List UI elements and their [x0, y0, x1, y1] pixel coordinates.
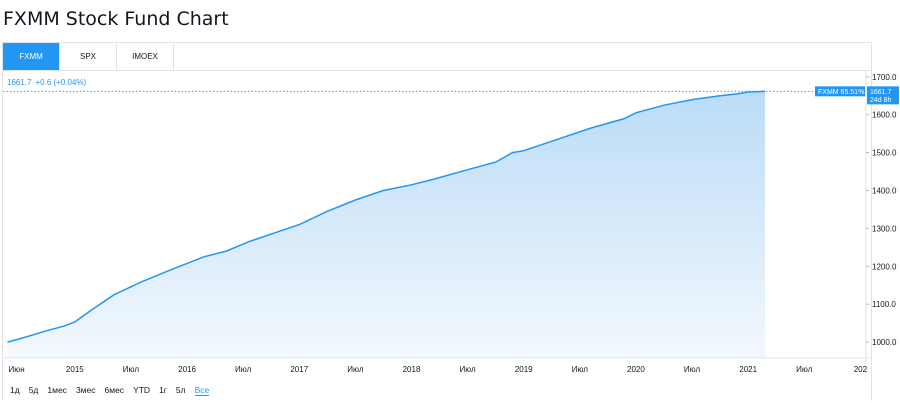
y-tick-label: 1000.0 [872, 338, 897, 347]
y-tick-label: 1500.0 [872, 149, 897, 158]
y-tick-label: 1600.0 [872, 111, 897, 120]
range-1m[interactable]: 1мес [47, 385, 67, 396]
x-tick-label: Июл [123, 365, 140, 374]
price-badge: FXMM 65.51% 1661.7 24d 8h [815, 86, 899, 105]
x-tick-label: 2018 [403, 365, 421, 374]
time-axis: Июн 2015 Июл 2016 Июл 2017 Июл 2018 Июл 2019 Июл 20… [8, 365, 867, 374]
y-tick-label: 1100.0 [872, 300, 896, 309]
range-1d[interactable]: 1д [10, 385, 20, 396]
x-tick-label: Июл [459, 365, 476, 374]
range-1y[interactable]: 1г [159, 385, 167, 396]
x-tick-label: Июл [235, 365, 252, 374]
range-selector: 1д 5д 1мес 3мес 6мес YTD 1г 5л Все [10, 385, 210, 396]
y-tick-label: 1400.0 [872, 187, 897, 196]
x-tick-label: Июн [8, 365, 24, 374]
series-area-fill [7, 91, 765, 359]
countdown-text: 24d 8h [870, 97, 892, 104]
x-tick-label: Июл [572, 365, 589, 374]
price-axis: 1000.0 1100.0 1200.0 1300.0 1400.0 1500.0 1600… [866, 73, 897, 347]
last-price-text: 1661.7 [870, 89, 892, 96]
range-6m[interactable]: 6мес [105, 385, 125, 396]
x-tick-label: Июл [796, 365, 813, 374]
range-all[interactable]: Все [194, 385, 210, 396]
y-tick-label: 1300.0 [872, 224, 897, 233]
x-tick-label: 2016 [178, 365, 196, 374]
range-5y[interactable]: 5л [176, 385, 186, 396]
x-tick-label: 2020 [627, 365, 645, 374]
range-3m[interactable]: 3мес [76, 385, 96, 396]
x-tick-label: 2017 [290, 365, 308, 374]
range-5d[interactable]: 5д [29, 385, 39, 396]
y-tick-label: 1700.0 [872, 73, 897, 82]
x-tick-label: 2019 [515, 365, 533, 374]
series-label-text: FXMM 65.51% [818, 89, 864, 96]
x-tick-label: Июл [347, 365, 364, 374]
x-tick-label: 2015 [66, 365, 84, 374]
y-tick-label: 1200.0 [872, 262, 897, 271]
x-tick-label: Июл [684, 365, 701, 374]
range-ytd[interactable]: YTD [133, 385, 150, 396]
price-chart[interactable]: 1000.0 1100.0 1200.0 1300.0 1400.0 1500.0 1600… [0, 0, 900, 380]
x-tick-label: 2021 [739, 365, 757, 374]
x-tick-label: 202 [854, 365, 868, 374]
